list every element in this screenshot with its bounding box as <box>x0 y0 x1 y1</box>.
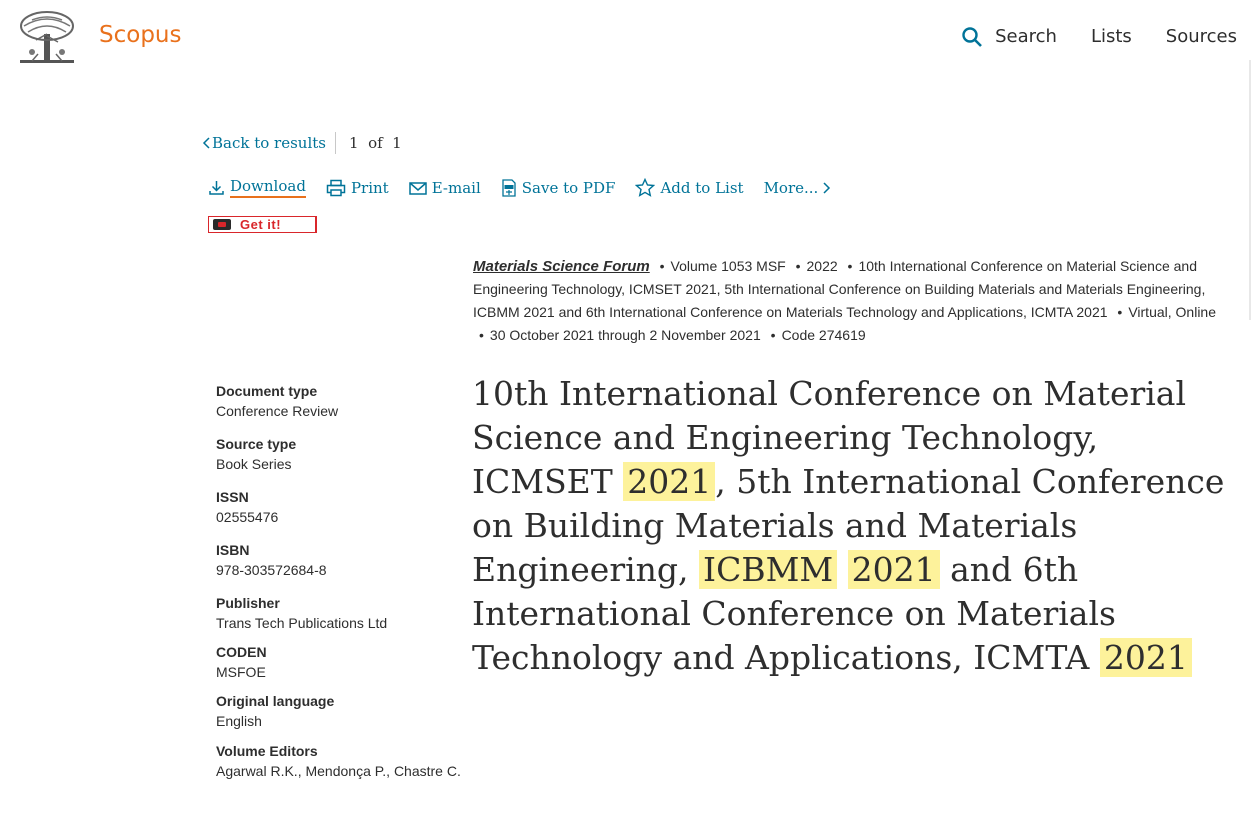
download-icon <box>209 181 224 195</box>
back-to-results-label: Back to results <box>212 134 326 152</box>
star-icon <box>635 178 656 197</box>
field-publisher: Publisher Trans Tech Publications Ltd <box>216 593 466 634</box>
document-title: 10th International Conference on Materia… <box>472 372 1232 680</box>
email-icon <box>408 181 427 195</box>
field-value: 978-303572684-8 <box>216 562 327 578</box>
field-volume-editors: Volume Editors Agarwal R.K., Mendonça P.… <box>216 741 466 782</box>
download-label: Download <box>230 177 306 198</box>
conference-code: Code 274619 <box>781 327 866 343</box>
field-value: Agarwal R.K., Mendonça P., Chastre C. <box>216 763 461 779</box>
field-label: CODEN <box>216 644 267 660</box>
save-to-pdf-button[interactable]: Save to PDF <box>501 178 616 197</box>
scopus-brand[interactable]: Scopus <box>99 22 181 48</box>
field-issn: ISSN 02555476 <box>216 487 466 528</box>
document-toolbar: Download Print E-mail Save to PDF Add to… <box>208 177 851 198</box>
nav-search-label: Search <box>995 26 1057 47</box>
bullet: • <box>795 258 801 274</box>
more-button[interactable]: More... <box>764 179 832 197</box>
top-navigation: Search Lists Sources <box>962 26 1237 47</box>
conference-location: Virtual, Online <box>1128 304 1217 320</box>
field-value: English <box>216 713 262 729</box>
nav-search-link[interactable]: Search <box>962 26 1057 47</box>
field-label: ISSN <box>216 489 249 505</box>
more-label: More... <box>763 178 819 197</box>
field-isbn: ISBN 978-303572684-8 <box>216 540 466 581</box>
bullet: • <box>659 258 665 274</box>
add-to-list-label: Add to List <box>660 178 744 197</box>
pdf-icon <box>502 178 516 197</box>
get-it-divider <box>315 216 317 233</box>
add-to-list-button[interactable]: Add to List <box>635 178 744 197</box>
print-button[interactable]: Print <box>326 179 389 197</box>
title-highlight: 2021 <box>623 462 716 501</box>
bullet: • <box>479 327 484 343</box>
title-highlight: 2021 <box>847 550 940 589</box>
field-label: Document type <box>216 383 318 399</box>
title-highlight: ICBMM <box>699 550 838 589</box>
chevron-right-icon <box>823 181 831 194</box>
field-value: MSFOE <box>216 664 266 680</box>
field-document-type: Document type Conference Review <box>216 381 466 422</box>
back-bar: Back to results 1 of 1 <box>202 132 402 154</box>
source-info: Materials Science Forum • Volume 1053 MSF… <box>473 255 1225 347</box>
journal-link[interactable]: Materials Science Forum <box>473 258 650 275</box>
field-label: ISBN <box>216 542 250 558</box>
volume: Volume 1053 MSF <box>670 258 786 274</box>
nav-sources-link[interactable]: Sources <box>1166 26 1237 47</box>
field-label: Volume Editors <box>216 743 318 759</box>
bullet: • <box>770 327 776 343</box>
email-label: E-mail <box>431 178 481 197</box>
field-label: Source type <box>216 436 297 452</box>
chevron-left-icon <box>202 137 210 149</box>
field-label: Publisher <box>216 595 280 611</box>
get-it-label: Get it! <box>240 217 282 232</box>
conference-dates: 30 October 2021 through 2 November 2021 <box>489 327 761 343</box>
document-details: Document type Conference Review Source t… <box>216 381 466 794</box>
printer-icon <box>326 179 346 196</box>
back-to-results-link[interactable]: Back to results <box>202 134 326 152</box>
field-original-language: Original language English <box>216 691 466 732</box>
elsevier-logo-icon[interactable] <box>18 10 76 64</box>
title-part <box>837 550 848 589</box>
field-value: Conference Review <box>216 403 339 419</box>
print-label: Print <box>350 178 389 197</box>
bullet: • <box>847 258 853 274</box>
field-source-type: Source type Book Series <box>216 434 466 475</box>
field-value: 02555476 <box>216 509 279 525</box>
email-button[interactable]: E-mail <box>408 178 481 197</box>
divider <box>334 132 336 154</box>
library-badge-icon <box>213 219 231 230</box>
title-highlight: 2021 <box>1099 638 1192 677</box>
field-value: Trans Tech Publications Ltd <box>216 615 388 631</box>
get-it-button[interactable]: Get it! <box>208 216 316 233</box>
nav-lists-link[interactable]: Lists <box>1091 26 1132 47</box>
download-button[interactable]: Download <box>208 177 306 198</box>
year: 2022 <box>806 258 838 274</box>
field-coden: CODEN MSFOE <box>216 642 466 683</box>
bullet: • <box>1117 304 1123 320</box>
result-pager: 1 of 1 <box>348 134 402 152</box>
field-value: Book Series <box>216 456 292 472</box>
search-icon <box>962 26 983 47</box>
save-to-pdf-label: Save to PDF <box>521 178 616 197</box>
field-label: Original language <box>216 693 335 709</box>
